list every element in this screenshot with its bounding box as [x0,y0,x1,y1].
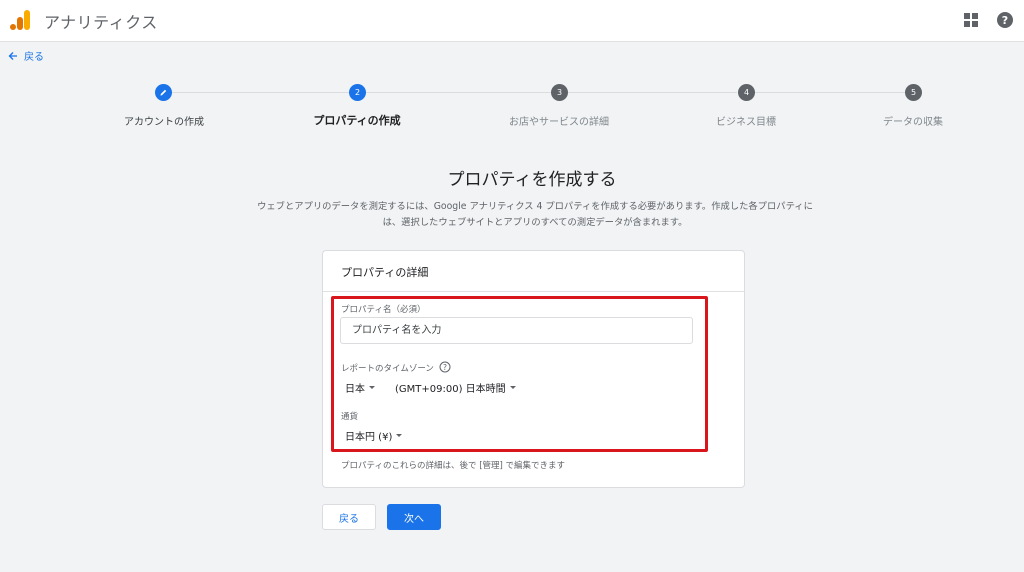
back-link[interactable]: 戻る [8,48,44,63]
back-button[interactable]: 戻る [322,504,376,530]
apps-grid-icon[interactable] [963,12,979,28]
step-4-circle: 4 [738,84,755,101]
step-1-edit-icon [155,84,172,101]
next-button[interactable]: 次へ [387,504,441,530]
step-connector [755,92,905,93]
step-1-label: アカウントの作成 [124,117,204,128]
step-connector [172,92,349,93]
step-5-label: データの収集 [883,117,943,128]
pencil-icon [160,89,167,96]
edit-later-note: プロパティのこれらの詳細は、後で [管理] で編集できます [341,461,566,471]
arrow-back-icon [8,51,17,60]
step-2-label: プロパティの作成 [313,114,401,127]
annotation-highlight-box [331,296,708,452]
back-link-label: 戻る [24,52,44,63]
page-description: ウェブとアプリのデータを測定するには、Google アナリティクス 4 プロパテ… [257,201,813,228]
step-4-label: ビジネス目標 [716,117,776,128]
step-5-circle: 5 [905,84,922,101]
step-connector [366,92,551,93]
app-title: アナリティクス [44,13,158,32]
step-3-circle: 3 [551,84,568,101]
help-circle-icon[interactable]: ? [996,11,1014,29]
setup-stepper: 2 3 4 5 アカウントの作成 プロパティの作成 お店やサービスの詳細 ビジネ… [0,82,1024,132]
page-title: プロパティを作成する [447,170,617,190]
top-app-bar: アナリティクス ? [0,0,1024,42]
step-2-circle: 2 [349,84,366,101]
svg-text:?: ? [1002,14,1008,27]
step-connector [568,92,737,93]
analytics-logo-icon [10,10,30,30]
card-title: プロパティの詳細 [341,266,429,279]
card-divider [323,291,744,292]
step-3-label: お店やサービスの詳細 [509,117,609,128]
